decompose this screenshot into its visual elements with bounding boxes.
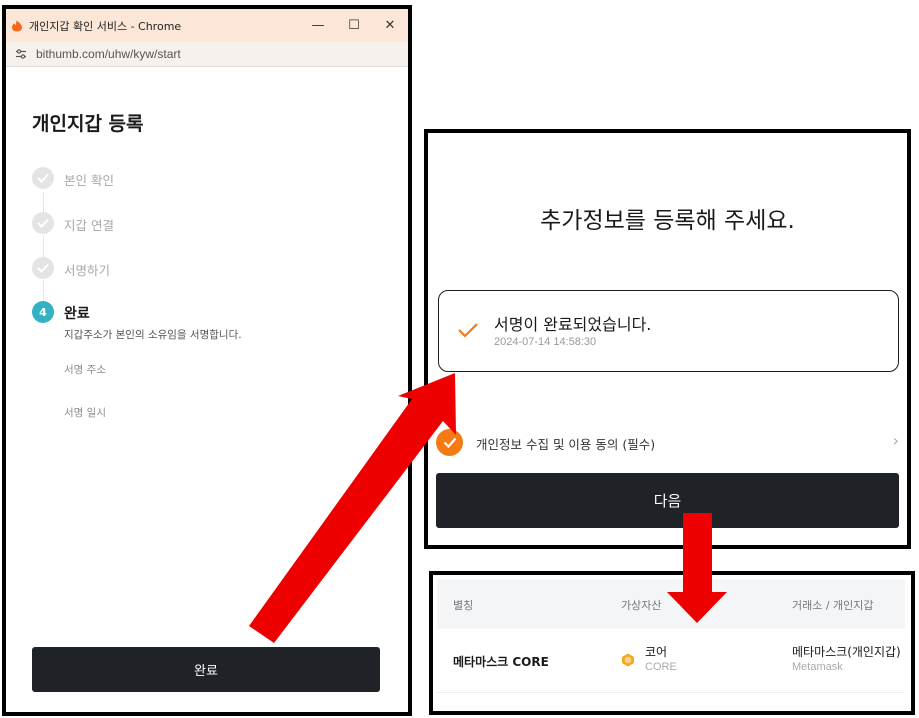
alias-cell: 메타마스크 CORE	[453, 655, 549, 669]
next-button[interactable]: 다음	[436, 473, 899, 528]
maximize-button[interactable]: ☐	[336, 9, 372, 42]
signature-timestamp: 2024-07-14 14:58:30	[494, 336, 597, 348]
site-settings-icon[interactable]	[14, 47, 28, 61]
check-icon	[443, 437, 456, 448]
close-button[interactable]: ✕	[372, 9, 408, 42]
step-check-icon	[32, 167, 54, 189]
window-title: 개인지갑 확인 서비스 - Chrome	[29, 19, 182, 33]
page-title: 개인지갑 등록	[32, 113, 144, 135]
step-label-complete: 완료	[64, 306, 90, 322]
consent-label: 개인정보 수집 및 이용 동의 (필수)	[476, 437, 656, 452]
asset-symbol: CORE	[645, 661, 677, 673]
step-check-icon	[32, 257, 54, 279]
wallet-sub: Metamask	[792, 661, 843, 673]
signature-datetime-label: 서명 일시	[64, 407, 106, 419]
asset-name: 코어	[645, 645, 668, 659]
window-titlebar: 개인지갑 확인 서비스 - Chrome — ☐ ✕	[6, 9, 408, 42]
step-label-wallet: 지갑 연결	[64, 218, 114, 233]
wallet-table-panel: 별칭 가상자산 거래소 / 개인지갑 메타마스크 CORE 코어 CORE 메타…	[429, 571, 915, 715]
address-bar[interactable]: bithumb.com/uhw/kyw/start	[6, 42, 408, 67]
consent-checkbox[interactable]	[436, 429, 463, 456]
step-description: 지갑주소가 본인의 소유임을 서명합니다.	[64, 329, 242, 341]
table-row[interactable]: 메타마스크 CORE 코어 CORE 메타마스크(개인지갑) Metamask	[437, 629, 905, 693]
check-icon	[458, 323, 478, 338]
bithumb-logo-icon	[12, 20, 22, 31]
step-label-sign: 서명하기	[64, 263, 111, 278]
privacy-consent-row[interactable]: 개인정보 수집 및 이용 동의 (필수) ›	[436, 427, 899, 457]
additional-info-panel: 추가정보를 등록해 주세요. 서명이 완료되었습니다. 2024-07-14 1…	[424, 129, 911, 549]
done-button[interactable]: 완료	[32, 647, 380, 692]
panel-heading: 추가정보를 등록해 주세요.	[540, 208, 795, 234]
step-connector	[43, 236, 44, 258]
chrome-popup-window: 개인지갑 확인 서비스 - Chrome — ☐ ✕ bithumb.com/u…	[2, 5, 412, 716]
wallet-name: 메타마스크(개인지갑)	[792, 645, 901, 659]
table-header: 별칭 가상자산 거래소 / 개인지갑	[437, 579, 905, 629]
window-controls: — ☐ ✕	[300, 9, 408, 42]
step-number-badge: 4	[32, 301, 54, 323]
header-asset: 가상자산	[621, 599, 662, 612]
url-text: bithumb.com/uhw/kyw/start	[36, 47, 181, 61]
core-coin-icon	[622, 653, 634, 667]
step-check-icon	[32, 212, 54, 234]
header-alias: 별칭	[453, 599, 474, 612]
signature-complete-card: 서명이 완료되었습니다. 2024-07-14 14:58:30	[438, 290, 899, 372]
signature-message: 서명이 완료되었습니다.	[494, 315, 652, 334]
step-label-identity: 본인 확인	[64, 173, 114, 188]
step-connector	[43, 192, 44, 214]
header-wallet: 거래소 / 개인지갑	[792, 599, 874, 612]
chevron-right-icon[interactable]: ›	[893, 431, 899, 450]
signature-address-label: 서명 주소	[64, 364, 106, 376]
step-connector	[43, 280, 44, 302]
minimize-button[interactable]: —	[300, 9, 336, 42]
